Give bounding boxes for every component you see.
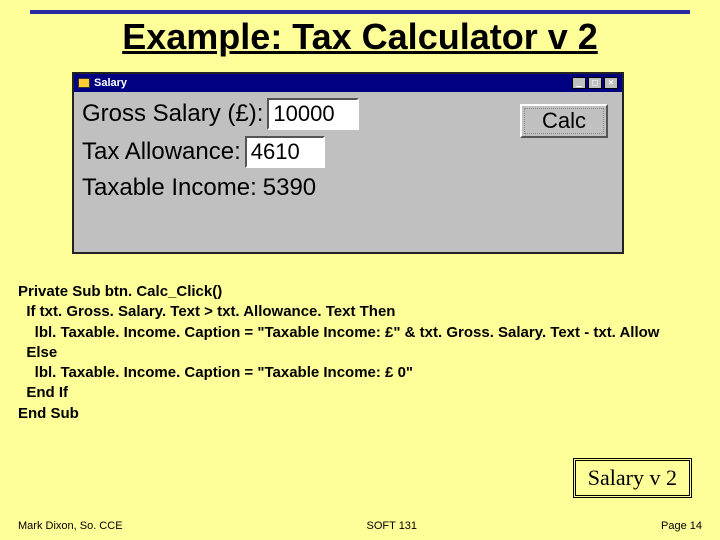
- maximize-icon[interactable]: □: [588, 77, 602, 89]
- gross-salary-input[interactable]: 10000: [267, 98, 359, 130]
- footer-author: Mark Dixon, So. CCE: [18, 520, 123, 532]
- slide-title: Example: Tax Calculator v 2: [0, 16, 720, 58]
- code-line: End If: [18, 384, 68, 401]
- form-icon: [78, 78, 90, 88]
- taxable-income-value: 5390: [263, 174, 316, 202]
- code-listing: Private Sub btn. Calc_Click() If txt. Gr…: [18, 282, 720, 424]
- code-line: If txt. Gross. Salary. Text > txt. Allow…: [18, 303, 395, 320]
- window-caption: Salary: [94, 77, 127, 89]
- minimize-icon[interactable]: _: [572, 77, 586, 89]
- taxable-income-label: Taxable Income:: [82, 174, 257, 202]
- close-icon[interactable]: ×: [604, 77, 618, 89]
- vb-window: Salary _ □ × Gross Salary (£): 10000 Tax…: [72, 72, 624, 254]
- code-line: lbl. Taxable. Income. Caption = "Taxable…: [18, 324, 659, 341]
- code-line: Else: [18, 344, 57, 361]
- tax-allowance-input[interactable]: 4610: [245, 136, 325, 168]
- code-line: lbl. Taxable. Income. Caption = "Taxable…: [18, 364, 413, 381]
- footer-course: SOFT 131: [367, 520, 418, 532]
- calc-button[interactable]: Calc: [520, 104, 608, 138]
- slide-accent-bar: [30, 10, 690, 14]
- code-line: End Sub: [18, 405, 79, 422]
- slide-footer: Mark Dixon, So. CCE SOFT 131 Page 14: [0, 520, 720, 532]
- gross-salary-label: Gross Salary (£):: [82, 100, 263, 128]
- code-line: Private Sub btn. Calc_Click(): [18, 283, 222, 300]
- window-titlebar: Salary _ □ ×: [74, 74, 622, 92]
- version-badge: Salary v 2: [573, 458, 692, 498]
- footer-page: Page 14: [661, 520, 702, 532]
- tax-allowance-label: Tax Allowance:: [82, 138, 241, 166]
